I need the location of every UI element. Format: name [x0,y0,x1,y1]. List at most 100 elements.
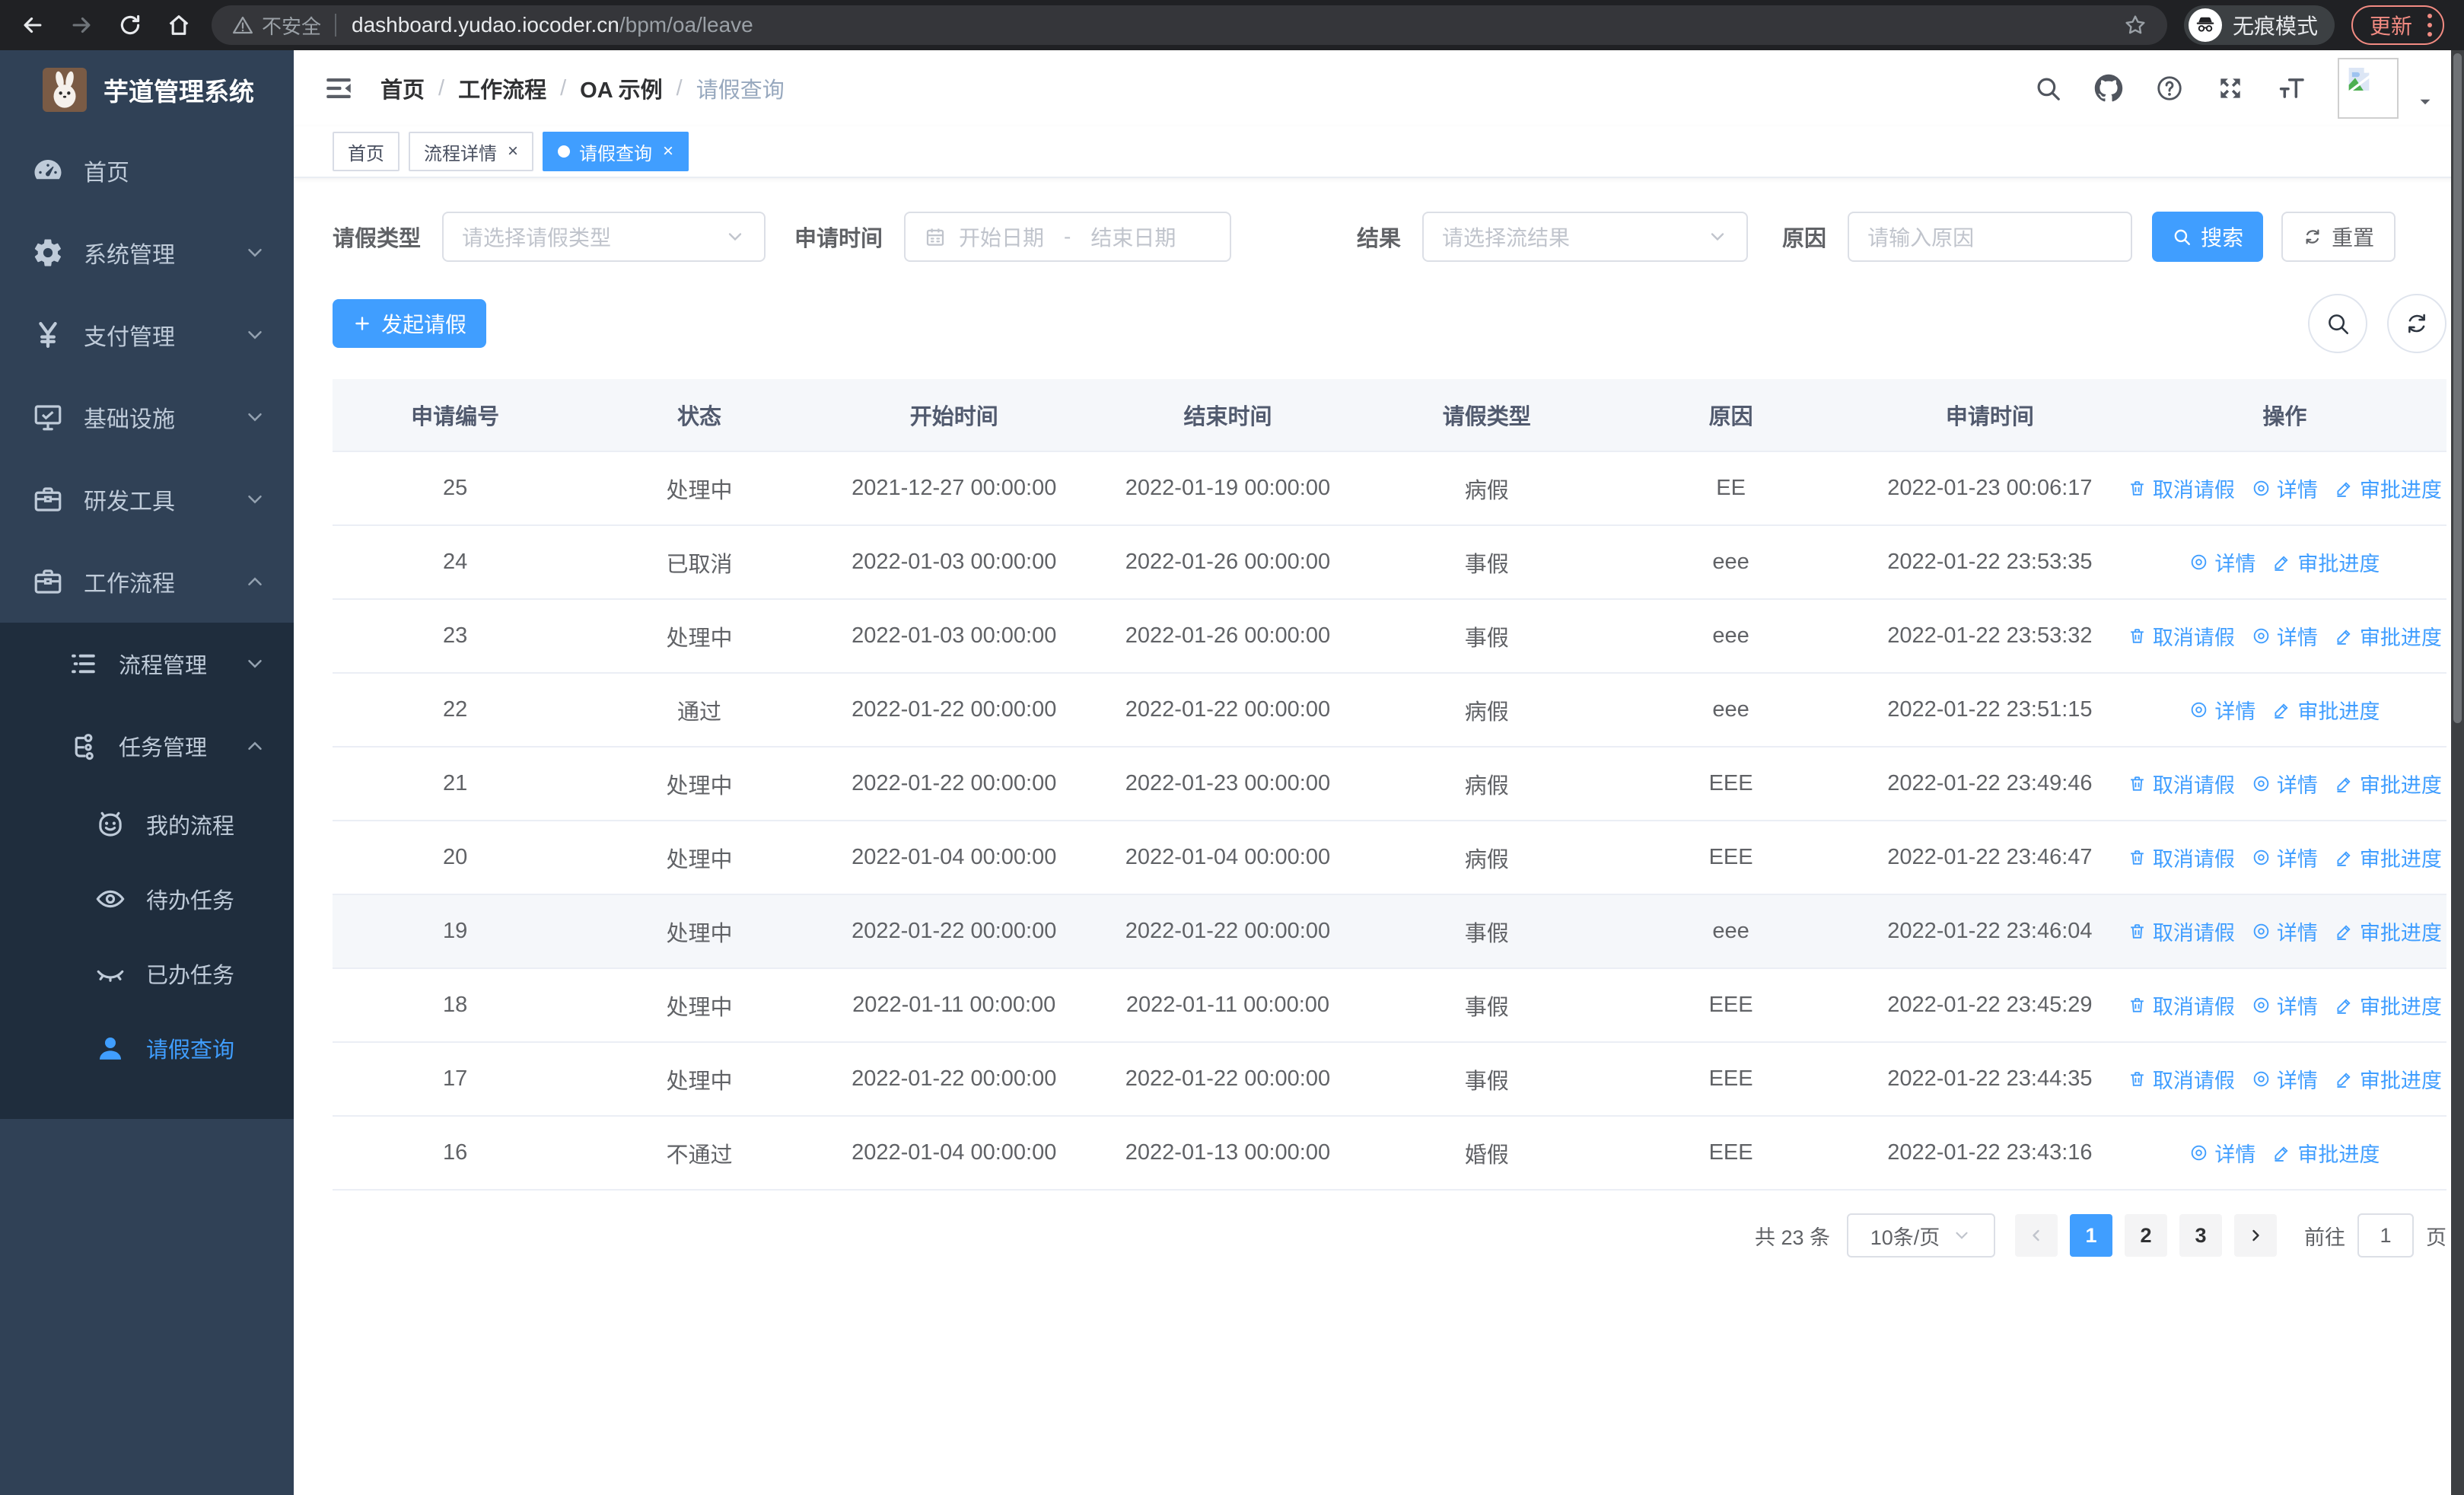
progress-link[interactable]: 审批进度 [2272,695,2380,725]
tag-label: 请假查询 [579,143,653,164]
progress-link[interactable]: 审批进度 [2335,621,2442,651]
table-row[interactable]: 25 处理中 2021-12-27 00:00:00 2022-01-19 00:00… [333,452,2446,526]
navbar-actions [2033,58,2434,119]
page-button-3[interactable]: 3 [2179,1214,2222,1257]
sidebar-item-流程管理[interactable]: 流程管理 [0,623,294,705]
close-icon[interactable]: × [663,142,673,161]
reason-input[interactable]: 请输入原因 [1848,212,2133,262]
cell-actions: 取消请假 详情 审批进度 [2123,990,2446,1020]
forward-icon[interactable] [68,12,94,38]
scrollbar-thumb[interactable] [2453,53,2462,723]
progress-link[interactable]: 审批进度 [2335,990,2442,1020]
refresh-table-button[interactable] [2387,294,2446,353]
cancel-link[interactable]: 取消请假 [2128,473,2235,503]
sidebar-item-已办任务[interactable]: 已办任务 [0,936,294,1011]
caret-down-icon[interactable] [2417,94,2434,110]
breadcrumb-item[interactable]: 首页 [380,72,425,104]
total-count: 共 23 条 [1754,1226,1830,1249]
breadcrumb-item[interactable]: 工作流程 [458,72,546,104]
progress-link[interactable]: 审批进度 [2272,1138,2380,1168]
home-icon[interactable] [166,12,192,38]
detail-link[interactable]: 详情 [2189,547,2255,577]
table-row[interactable]: 23 处理中 2022-01-03 00:00:00 2022-01-26 00:00… [333,600,2446,674]
tag-请假查询[interactable]: 请假查询 × [543,132,689,171]
cell-reason: EEE [1708,771,1753,795]
detail-link[interactable]: 详情 [2252,1064,2318,1094]
detail-link[interactable]: 详情 [2252,843,2318,872]
detail-link[interactable]: 详情 [2252,473,2318,503]
cancel-link[interactable]: 取消请假 [2128,990,2235,1020]
apply-time-label: 申请时间 [794,227,883,251]
cell-reason: eee [1712,623,1749,648]
update-button[interactable]: 更新 [2351,5,2444,45]
sidebar-item-首页[interactable]: 首页 [0,129,294,212]
create-leave-button[interactable]: 发起请假 [333,299,487,348]
progress-link[interactable]: 审批进度 [2335,916,2442,946]
reset-button[interactable]: 重置 [2281,212,2396,262]
result-select[interactable]: 请选择流结果 [1422,212,1749,262]
next-page-button[interactable] [2234,1214,2277,1257]
progress-link[interactable]: 审批进度 [2335,473,2442,503]
table-row[interactable]: 18 处理中 2022-01-11 00:00:00 2022-01-11 00:00… [333,969,2446,1043]
cancel-link[interactable]: 取消请假 [2128,621,2235,651]
cancel-link[interactable]: 取消请假 [2128,1064,2235,1094]
detail-link[interactable]: 详情 [2189,695,2255,725]
search-button[interactable]: 搜索 [2152,212,2264,262]
search-icon[interactable] [2033,74,2062,103]
detail-link[interactable]: 详情 [2252,916,2318,946]
tag-流程详情[interactable]: 流程详情 × [409,132,534,171]
detail-link[interactable]: 详情 [2252,769,2318,799]
browser-menu-dots-icon[interactable] [2427,14,2432,37]
progress-link[interactable]: 审批进度 [2335,769,2442,799]
page-button-1[interactable]: 1 [2070,1214,2112,1257]
github-icon[interactable] [2094,74,2123,103]
logo[interactable]: 芋道管理系统 [0,50,294,129]
table-row[interactable]: 17 处理中 2022-01-22 00:00:00 2022-01-22 00:00… [333,1043,2446,1117]
close-icon[interactable]: × [508,142,518,161]
column-header: 申请时间 [1945,405,2034,429]
apply-time-range[interactable]: 开始日期 - 结束日期 [904,212,1232,262]
tag-首页[interactable]: 首页 [333,132,400,171]
sidebar-item-支付管理[interactable]: 支付管理 [0,294,294,376]
sidebar-item-研发工具[interactable]: 研发工具 [0,458,294,540]
table-row[interactable]: 21 处理中 2022-01-22 00:00:00 2022-01-23 00:00… [333,748,2446,821]
page-size-select[interactable]: 10条/页 [1847,1213,1995,1258]
table-row[interactable]: 24 已取消 2022-01-03 00:00:00 2022-01-26 00:00… [333,526,2446,600]
cancel-link[interactable]: 取消请假 [2128,843,2235,872]
fullscreen-icon[interactable] [2216,74,2245,103]
sidebar-item-请假查询[interactable]: 请假查询 [0,1011,294,1085]
goto-page-input[interactable]: 1 [2357,1213,2414,1258]
show-search-button[interactable] [2308,294,2367,353]
breadcrumb-item[interactable]: OA 示例 [580,72,662,104]
table-row[interactable]: 19 处理中 2022-01-22 00:00:00 2022-01-22 00:00… [333,895,2446,969]
reload-icon[interactable] [117,12,143,38]
cancel-link[interactable]: 取消请假 [2128,769,2235,799]
leave-type-select[interactable]: 请选择请假类型 [442,212,766,262]
sidebar-item-我的流程[interactable]: 我的流程 [0,787,294,862]
help-icon[interactable] [2155,74,2184,103]
detail-link[interactable]: 详情 [2189,1138,2255,1168]
page-button-2[interactable]: 2 [2125,1214,2167,1257]
hamburger-icon[interactable] [323,72,355,104]
progress-link[interactable]: 审批进度 [2335,1064,2442,1094]
progress-link[interactable]: 审批进度 [2272,547,2380,577]
detail-link[interactable]: 详情 [2252,990,2318,1020]
address-bar[interactable]: 不安全 dashboard.yudao.iocoder.cn/bpm/oa/le… [212,5,2167,45]
back-icon[interactable] [20,12,46,38]
prev-page-button[interactable] [2015,1214,2058,1257]
sidebar-item-工作流程[interactable]: 工作流程 [0,540,294,623]
avatar[interactable] [2338,58,2399,119]
progress-link[interactable]: 审批进度 [2335,843,2442,872]
sidebar-item-任务管理[interactable]: 任务管理 [0,705,294,787]
detail-link[interactable]: 详情 [2252,621,2318,651]
scrollbar[interactable] [2451,50,2464,1495]
table-row[interactable]: 22 通过 2022-01-22 00:00:00 2022-01-22 00:00:… [333,674,2446,748]
sidebar-item-待办任务[interactable]: 待办任务 [0,862,294,936]
cancel-link[interactable]: 取消请假 [2128,916,2235,946]
table-row[interactable]: 16 不通过 2022-01-04 00:00:00 2022-01-13 00:00… [333,1117,2446,1191]
sidebar-item-系统管理[interactable]: 系统管理 [0,212,294,294]
bookmark-star-icon[interactable] [2123,13,2147,37]
table-row[interactable]: 20 处理中 2022-01-04 00:00:00 2022-01-04 00:00… [333,821,2446,895]
font-size-icon[interactable] [2277,74,2306,103]
sidebar-item-基础设施[interactable]: 基础设施 [0,376,294,458]
